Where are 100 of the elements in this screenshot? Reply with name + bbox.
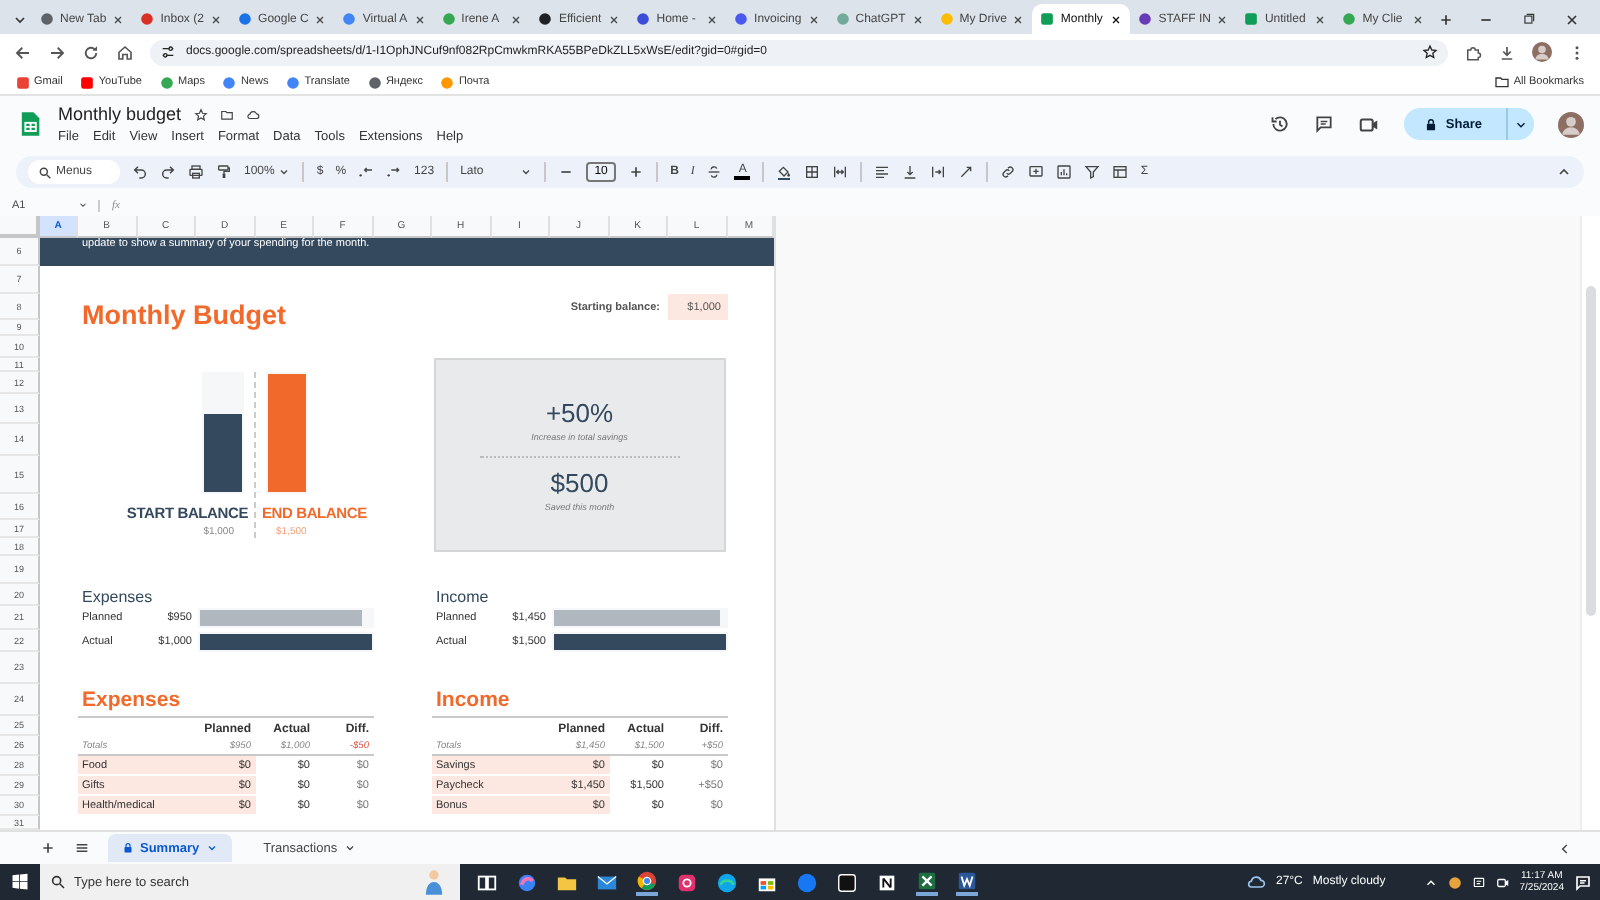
- table-icon[interactable]: [1112, 164, 1129, 180]
- envelope-icon[interactable]: [596, 871, 618, 893]
- cloud-icon[interactable]: [245, 107, 260, 121]
- tab-search-icon[interactable]: [11, 11, 27, 27]
- link-icon[interactable]: [1000, 164, 1017, 180]
- site-icon: [80, 75, 95, 89]
- spreadsheet-icon[interactable]: [916, 869, 938, 895]
- close-icon[interactable]: [1110, 13, 1123, 25]
- app-icon: [1447, 875, 1462, 889]
- wave-icon[interactable]: [716, 871, 738, 893]
- cube-icon[interactable]: [876, 871, 898, 893]
- add-sheet-icon[interactable]: [40, 840, 56, 856]
- site-icon: [367, 75, 382, 89]
- increase-decimal-icon[interactable]: [386, 164, 403, 180]
- swirl-icon[interactable]: [516, 871, 538, 893]
- star-icon[interactable]: [193, 107, 208, 121]
- circle-icon[interactable]: [796, 871, 818, 893]
- back-icon[interactable]: [14, 43, 32, 61]
- close-icon[interactable]: [1012, 13, 1025, 25]
- close-icon[interactable]: [608, 13, 621, 25]
- avatar-icon[interactable]: [1532, 42, 1552, 62]
- site-icon: [222, 75, 237, 89]
- scrollbar-thumb[interactable]: [1586, 286, 1596, 616]
- close-icon[interactable]: [1412, 13, 1425, 25]
- new-tab-icon[interactable]: [1437, 11, 1454, 27]
- section-heading: Income: [434, 586, 491, 606]
- strikethrough-icon[interactable]: [706, 164, 723, 180]
- close-icon[interactable]: [1314, 13, 1327, 25]
- site-icon: [939, 12, 954, 26]
- camera-icon[interactable]: [676, 871, 698, 893]
- all-sheets-icon[interactable]: [74, 840, 90, 856]
- folder-icon[interactable]: [219, 107, 234, 121]
- filter-icon[interactable]: [1084, 164, 1101, 180]
- explore-icon[interactable]: [1558, 841, 1572, 855]
- chart-icon[interactable]: [1056, 164, 1073, 180]
- close-icon[interactable]: [314, 13, 327, 25]
- close-icon[interactable]: [706, 13, 719, 25]
- bookmark-star-icon[interactable]: [1422, 44, 1438, 60]
- history-icon[interactable]: [1269, 114, 1290, 134]
- text-rotation-icon[interactable]: [958, 164, 975, 180]
- collapse-icon[interactable]: [1556, 164, 1572, 180]
- reload-icon[interactable]: [82, 43, 100, 61]
- forward-icon[interactable]: [48, 43, 66, 61]
- align-icon[interactable]: [874, 164, 891, 180]
- close-icon[interactable]: [1216, 13, 1229, 25]
- merge-cells-icon[interactable]: [832, 164, 849, 180]
- close-icon[interactable]: [807, 13, 820, 25]
- close-icon[interactable]: [911, 13, 924, 25]
- download-icon[interactable]: [1498, 43, 1516, 61]
- site-icon: [636, 12, 651, 26]
- document-title[interactable]: Monthly budget: [58, 104, 182, 124]
- vertical-align-icon[interactable]: [902, 164, 919, 180]
- close-icon[interactable]: [1564, 11, 1580, 27]
- fill-color-icon[interactable]: [776, 164, 793, 180]
- caret-icon: [520, 166, 533, 178]
- video-call-icon[interactable]: [1357, 113, 1380, 135]
- home-icon[interactable]: [116, 43, 134, 61]
- site-icon: [238, 12, 253, 26]
- restore-icon[interactable]: [1522, 12, 1536, 26]
- paint-format-icon[interactable]: [216, 164, 232, 180]
- site-icon: [835, 12, 850, 26]
- close-icon[interactable]: [510, 13, 523, 25]
- notification-icon[interactable]: [1574, 873, 1592, 891]
- site-icon: [286, 75, 301, 89]
- browser-icon[interactable]: [636, 869, 658, 895]
- weather-icon[interactable]: [1245, 872, 1266, 892]
- site-icon: [1342, 12, 1357, 26]
- site-icon: [1244, 12, 1259, 26]
- avatar-icon[interactable]: [1558, 111, 1584, 137]
- start-icon[interactable]: [10, 872, 30, 892]
- site-icon: [140, 12, 155, 26]
- text-wrap-icon[interactable]: [930, 164, 947, 180]
- caret-icon[interactable]: [78, 200, 88, 210]
- undo-icon[interactable]: [132, 164, 148, 180]
- site-icon: [538, 12, 553, 26]
- app-icon[interactable]: [836, 871, 858, 893]
- decrease-decimal-icon[interactable]: [358, 164, 375, 180]
- extensions-icon[interactable]: [1464, 43, 1482, 61]
- site-icon: [16, 75, 30, 89]
- add-comment-icon[interactable]: [1028, 164, 1045, 180]
- section-heading: Expenses: [80, 686, 183, 716]
- close-icon[interactable]: [112, 13, 125, 25]
- comment-icon[interactable]: [1313, 114, 1334, 134]
- site-settings-icon[interactable]: [160, 44, 176, 60]
- spreadsheet-logo-icon: [16, 106, 44, 142]
- caret-icon: [205, 842, 218, 854]
- redo-icon[interactable]: [160, 164, 176, 180]
- close-icon[interactable]: [210, 13, 223, 25]
- percentage-change: +50%: [545, 398, 614, 428]
- close-icon[interactable]: [413, 13, 426, 25]
- plus-icon[interactable]: [628, 164, 645, 180]
- print-icon[interactable]: [188, 164, 204, 180]
- lock-icon: [1423, 117, 1438, 131]
- section-heading: Income: [434, 686, 512, 716]
- borders-icon[interactable]: [804, 164, 821, 180]
- document-icon[interactable]: [956, 869, 978, 895]
- site-icon: [734, 12, 749, 26]
- task-view-icon[interactable]: [476, 871, 498, 893]
- caret-icon: [1514, 117, 1528, 131]
- folder-icon: [1493, 74, 1510, 90]
